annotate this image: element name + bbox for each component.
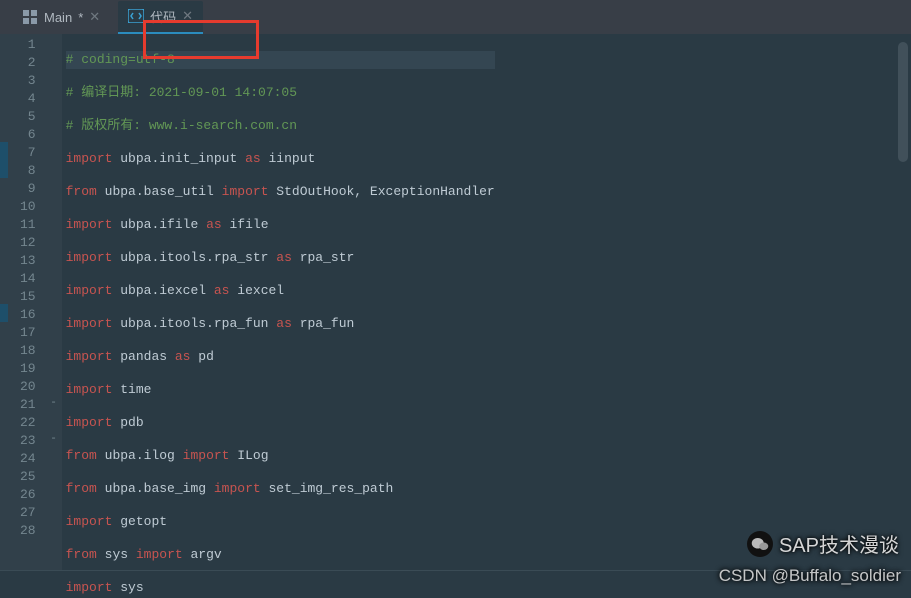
tab-main-label: Main bbox=[44, 10, 72, 25]
fold-column[interactable]: -- bbox=[46, 34, 62, 570]
watermark-sap: SAP技术漫谈 bbox=[747, 529, 899, 558]
code-line: # coding=utf-8 bbox=[66, 52, 175, 67]
tab-code[interactable]: 代码 ✕ bbox=[118, 1, 203, 34]
editor-shell: Main * ✕ 代码 ✕ 12345678910 11121314151617… bbox=[0, 0, 911, 598]
code-text[interactable]: # coding=utf-8 # 编译日期: 2021-09-01 14:07:… bbox=[62, 34, 495, 570]
line-numbers: 12345678910 11121314151617181920 2122232… bbox=[8, 34, 46, 570]
code-line: # 编译日期: 2021-09-01 14:07:05 bbox=[66, 85, 297, 100]
watermark-csdn: CSDN @Buffalo_soldier bbox=[719, 566, 901, 586]
close-icon[interactable]: ✕ bbox=[89, 9, 100, 25]
code-line: # 版权所有: www.i-search.com.cn bbox=[66, 118, 297, 133]
watermark-sap-text: SAP技术漫谈 bbox=[779, 529, 899, 558]
tab-main-modified: * bbox=[78, 10, 83, 25]
tab-bar: Main * ✕ 代码 ✕ bbox=[0, 0, 911, 34]
gutter: 12345678910 11121314151617181920 2122232… bbox=[0, 34, 62, 570]
code-area: 12345678910 11121314151617181920 2122232… bbox=[0, 34, 911, 570]
grid-icon bbox=[22, 9, 38, 25]
close-icon[interactable]: ✕ bbox=[182, 8, 193, 24]
scrollbar-thumb[interactable] bbox=[898, 42, 908, 162]
wechat-icon bbox=[747, 531, 773, 557]
tab-code-label: 代码 bbox=[150, 7, 176, 26]
code-icon bbox=[128, 8, 144, 24]
breakpoint-column[interactable] bbox=[0, 34, 8, 570]
tab-main[interactable]: Main * ✕ bbox=[12, 3, 110, 31]
